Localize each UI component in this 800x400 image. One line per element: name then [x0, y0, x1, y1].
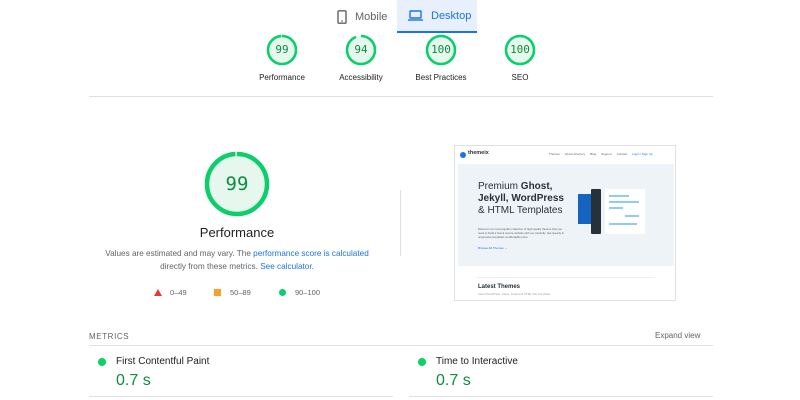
phone-icon — [337, 9, 347, 24]
gauge-score: 99 — [275, 43, 289, 56]
see-calculator-link[interactable]: See calculator. — [260, 262, 314, 271]
thumb-headline: Premium Ghost, Jekyll, WordPress & HTML … — [478, 181, 578, 217]
tab-desktop[interactable]: Desktop — [397, 0, 477, 33]
legend-fail: 0–49 — [154, 286, 187, 298]
gauge-label: Accessibility — [339, 73, 383, 82]
headline-part: Ghost, — [520, 181, 553, 192]
thumb-logo: themeix — [468, 150, 489, 156]
headline-part: & HTML Templates — [478, 205, 563, 216]
metric-value: 0.7 s — [116, 372, 151, 389]
performance-description: Values are estimated and may vary. The p… — [100, 247, 374, 273]
thumb-nav: themeix Themes Ghost directory Blog Supp… — [455, 146, 675, 164]
desc-text: Values are estimated and may vary. The — [105, 249, 254, 258]
headline-part: Premium — [478, 181, 521, 192]
thumb-nav-link: Support — [601, 152, 612, 156]
thumb-nav-link: Login / Sign Up — [632, 152, 653, 156]
performance-score: 99 — [225, 173, 249, 195]
gauge-label: Performance — [259, 73, 305, 82]
gauge-performance[interactable]: 99 Performance — [237, 34, 327, 82]
metric-name: Time to Interactive — [436, 356, 518, 367]
legend-pass-label: 90–100 — [295, 287, 321, 297]
gauge-score: 94 — [354, 43, 368, 56]
thumb-nav-link: Contact — [616, 152, 628, 156]
logo-icon — [460, 152, 466, 158]
thumb-nav-link: Blog — [590, 152, 597, 156]
triangle-icon — [154, 288, 162, 296]
thumb-browse-link: Browse All Themes → — [478, 246, 508, 250]
pass-circle-icon — [98, 358, 106, 366]
thumb-small-text: Discover our most popular collection of … — [478, 227, 564, 239]
gauge-score: 100 — [510, 43, 530, 56]
divider — [89, 96, 713, 97]
desc-text: directly from these metrics. — [160, 262, 261, 271]
legend-pass: 90–100 — [279, 286, 320, 298]
thumb-latest-sub: Latest WordPress, Ghost, Jekyll and HTML… — [478, 292, 551, 296]
gauge-label: SEO — [511, 73, 529, 82]
legend-average-label: 50–89 — [230, 287, 251, 297]
gauge-accessibility[interactable]: 94 Accessibility — [316, 34, 406, 82]
thumb-nav-link: Themes — [549, 152, 560, 156]
vertical-divider — [400, 190, 401, 256]
tab-desktop-label: Desktop — [431, 9, 472, 22]
thumb-divider — [477, 277, 655, 278]
thumb-nav-links: Themes Ghost directory Blog Support Cont… — [549, 152, 653, 156]
gauge-score: 100 — [431, 43, 451, 56]
headline-part: Jekyll, WordPress — [478, 193, 564, 204]
square-icon — [214, 288, 221, 296]
pass-circle-icon — [418, 358, 426, 366]
category-gauges: 99 Performance 94 Accessibility 100 Best… — [0, 34, 800, 90]
tab-mobile[interactable]: Mobile — [326, 0, 397, 33]
metric-name: First Contentful Paint — [116, 356, 210, 367]
device-mockup — [591, 189, 601, 234]
metrics-heading: METRICS — [89, 332, 130, 341]
score-calculated-link[interactable]: performance score is calculated — [253, 249, 369, 258]
laptop-icon — [408, 10, 423, 21]
metric-divider — [409, 396, 713, 397]
legend-average: 50–89 — [214, 286, 251, 298]
gauge-label: Best Practices — [415, 73, 467, 82]
gauge-best-practices[interactable]: 100 Best Practices — [396, 34, 486, 82]
thumb-latest-title: Latest Themes — [478, 284, 521, 290]
circle-icon — [279, 288, 286, 296]
device-mockup — [605, 189, 645, 234]
score-legend: 0–49 50–89 90–100 — [148, 286, 348, 298]
thumb-nav-link: Ghost directory — [564, 152, 586, 156]
metric-divider — [89, 396, 393, 397]
metrics-divider — [89, 345, 713, 346]
final-screenshot[interactable]: themeix Themes Ghost directory Blog Supp… — [454, 145, 676, 301]
thumb-hero: Premium Ghost, Jekyll, WordPress & HTML … — [458, 164, 674, 266]
gauge-seo[interactable]: 100 SEO — [475, 34, 565, 82]
performance-title: Performance — [199, 225, 275, 240]
legend-fail-label: 0–49 — [170, 287, 187, 297]
expand-view-toggle[interactable]: Expand view — [655, 331, 700, 340]
metric-value: 0.7 s — [436, 372, 471, 389]
device-tabs: Mobile Desktop — [326, 0, 477, 33]
tab-mobile-label: Mobile — [355, 10, 388, 23]
